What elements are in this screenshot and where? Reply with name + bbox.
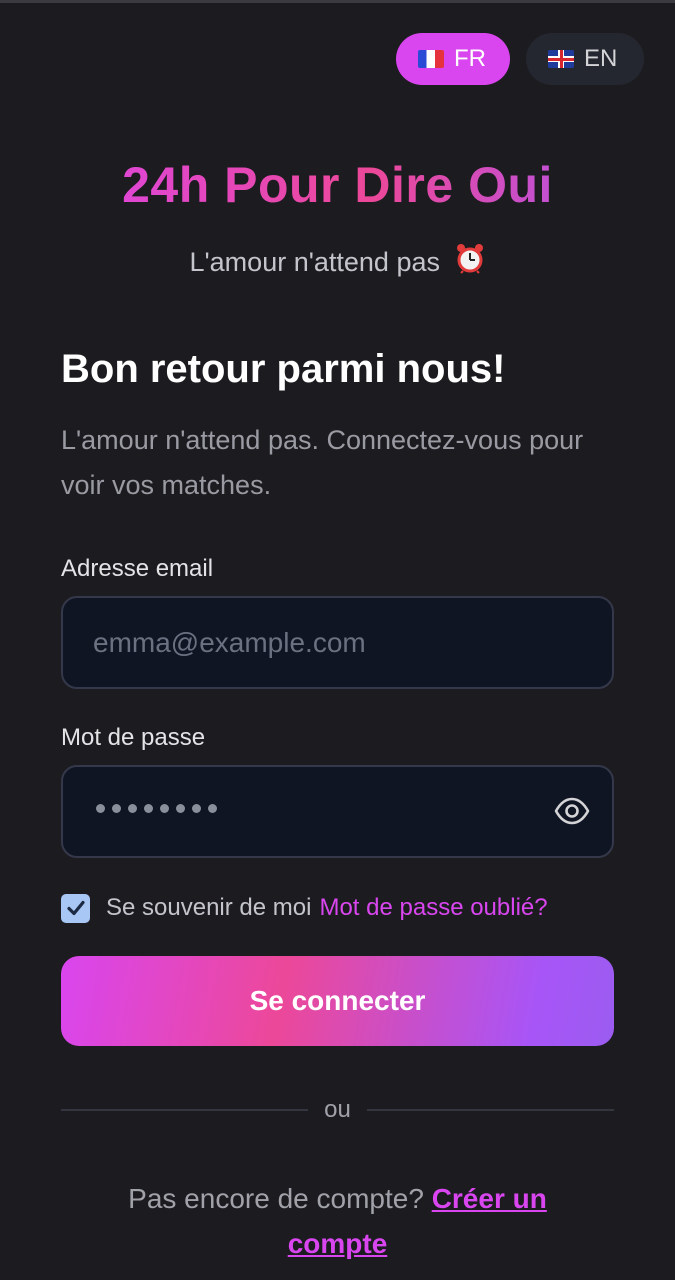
login-button[interactable]: Se connecter: [61, 956, 614, 1046]
email-label: Adresse email: [61, 555, 214, 582]
top-divider: [0, 0, 675, 3]
language-code: EN: [584, 45, 618, 72]
password-masked-value: [96, 804, 217, 813]
login-heading: Bon retour parmi nous!: [61, 347, 506, 391]
france-flag-icon: [418, 50, 444, 68]
password-dot: [128, 804, 137, 813]
login-subtitle: L'amour n'attend pas. Connectez-vous pou…: [61, 425, 584, 500]
remember-row: Se souvenir de moi Mot de passe oublié?: [61, 892, 614, 924]
language-switcher: FR EN: [396, 33, 644, 85]
app-tagline: L'amour n'attend pas: [0, 242, 675, 281]
show-password-icon[interactable]: [554, 795, 590, 827]
email-input[interactable]: [93, 598, 553, 687]
forgot-password-link[interactable]: Mot de passe oublié?: [319, 894, 547, 922]
signup-prompt: Pas encore de compte? Créer un compte: [90, 1176, 585, 1266]
signup-prompt-text: Pas encore de compte?: [128, 1183, 424, 1214]
password-dot: [144, 804, 153, 813]
password-dot: [208, 804, 217, 813]
or-divider: ou: [61, 1096, 615, 1124]
alarm-clock-icon: [454, 242, 486, 281]
divider-line: [366, 1109, 615, 1111]
login-screen: FR EN 24h Pour Dire Oui L'amour n'attend…: [0, 0, 675, 1280]
password-dot: [96, 804, 105, 813]
email-field-container: [61, 596, 614, 689]
uk-flag-icon: [548, 50, 574, 68]
password-dot: [112, 804, 121, 813]
tagline-text: L'amour n'attend pas: [189, 247, 440, 277]
password-dot: [176, 804, 185, 813]
remember-label: Se souvenir de moi: [106, 894, 312, 921]
password-label: Mot de passe: [61, 724, 206, 751]
remember-checkbox[interactable]: [61, 893, 90, 923]
divider-text: ou: [324, 1096, 351, 1123]
password-dot: [160, 804, 169, 813]
checkmark-icon: [66, 900, 85, 916]
divider-line: [61, 1109, 309, 1111]
password-field[interactable]: [61, 765, 614, 858]
password-dot: [192, 804, 201, 813]
language-code: FR: [454, 45, 486, 72]
language-button-fr[interactable]: FR: [396, 33, 510, 85]
language-button-en[interactable]: EN: [526, 33, 644, 85]
app-title: 24h Pour Dire Oui: [0, 156, 675, 214]
